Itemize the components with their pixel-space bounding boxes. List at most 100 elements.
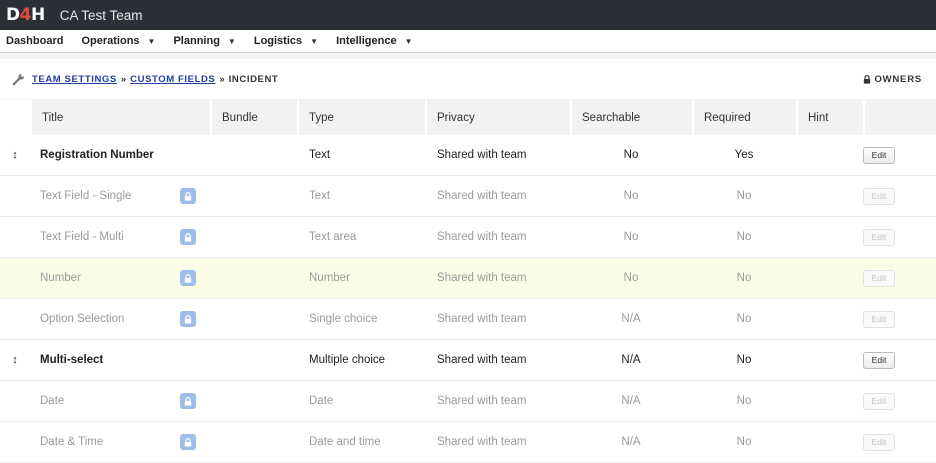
drag-handle-header: [0, 100, 30, 135]
field-title: Multi-select: [30, 340, 180, 381]
field-required: No: [692, 176, 796, 217]
table-row[interactable]: Date Date Shared with team N/A No Edit: [0, 381, 936, 422]
edit-cell: Edit: [863, 258, 936, 299]
field-type: Date: [297, 381, 425, 422]
lock-icon: [864, 74, 871, 84]
field-privacy: Shared with team: [425, 258, 570, 299]
team-name[interactable]: CA Test Team: [60, 8, 143, 23]
lock-cell: [180, 217, 210, 258]
field-bundle: [210, 299, 297, 340]
menu-operations[interactable]: Operations ▼: [81, 35, 155, 47]
d4h-logo[interactable]: D4H: [6, 5, 45, 25]
field-title: Number: [30, 258, 180, 299]
logo-four: 4: [19, 5, 32, 25]
caret-down-icon: ▼: [310, 36, 319, 46]
drag-handle-cell: [0, 176, 30, 217]
field-bundle: [210, 258, 297, 299]
breadcrumb-custom-fields-link[interactable]: CUSTOM FIELDS: [130, 74, 215, 85]
column-header-bundle[interactable]: Bundle: [210, 100, 297, 135]
field-type: Text: [297, 176, 425, 217]
table-row[interactable]: Text Field - Multi Text area Shared with t…: [0, 217, 936, 258]
breadcrumb-team-settings-link[interactable]: TEAM SETTINGS: [32, 74, 117, 85]
table-row[interactable]: Number Number Shared with team No No Edit: [0, 258, 936, 299]
top-bar: D4H CA Test Team: [0, 0, 936, 30]
edit-cell: Edit: [863, 340, 936, 381]
lock-cell: [180, 381, 210, 422]
lock-cell: [180, 422, 210, 463]
column-header-actions: [863, 100, 936, 135]
lock-icon: [180, 270, 196, 286]
field-bundle: [210, 135, 297, 176]
menu-planning[interactable]: Planning ▼: [173, 35, 235, 47]
field-privacy: Shared with team: [425, 340, 570, 381]
field-searchable: N/A: [570, 299, 692, 340]
field-searchable: No: [570, 217, 692, 258]
menu-label: Operations: [81, 35, 140, 47]
drag-handle-cell[interactable]: ↕: [0, 135, 30, 176]
field-privacy: Shared with team: [425, 422, 570, 463]
field-type: Single choice: [297, 299, 425, 340]
drag-handle-cell: [0, 299, 30, 340]
field-title: Date & Time: [30, 422, 180, 463]
drag-handle-cell: [0, 422, 30, 463]
drag-handle-icon[interactable]: ↕: [12, 354, 18, 366]
column-header-privacy[interactable]: Privacy: [425, 100, 570, 135]
table-row[interactable]: ↕ Registration Number Text Shared with team…: [0, 135, 936, 176]
field-searchable: N/A: [570, 422, 692, 463]
field-privacy: Shared with team: [425, 217, 570, 258]
field-type: Number: [297, 258, 425, 299]
column-header-title[interactable]: Title: [30, 100, 210, 135]
field-privacy: Shared with team: [425, 135, 570, 176]
drag-handle-cell: [0, 381, 30, 422]
breadcrumb-current: INCIDENT: [228, 73, 279, 85]
field-required: No: [692, 340, 796, 381]
menu-dashboard[interactable]: Dashboard: [6, 35, 63, 47]
menu-intelligence[interactable]: Intelligence ▼: [336, 35, 412, 47]
field-hint: [796, 135, 863, 176]
menu-logistics[interactable]: Logistics ▼: [254, 35, 318, 47]
column-header-searchable[interactable]: Searchable: [570, 100, 692, 135]
menu-label: Intelligence: [336, 35, 397, 47]
lock-cell: [180, 299, 210, 340]
field-bundle: [210, 176, 297, 217]
field-required: No: [692, 258, 796, 299]
main-menu: Dashboard Operations ▼ Planning ▼ Logistic…: [0, 30, 936, 53]
field-searchable: N/A: [570, 340, 692, 381]
lock-cell: [180, 340, 210, 381]
owners-label: OWNERS: [874, 73, 922, 85]
column-header-required[interactable]: Required: [692, 100, 796, 135]
edit-button: Edit: [863, 228, 895, 246]
edit-cell: Edit: [863, 176, 936, 217]
edit-cell: Edit: [863, 381, 936, 422]
field-searchable: No: [570, 176, 692, 217]
field-required: No: [692, 381, 796, 422]
edit-cell: Edit: [863, 217, 936, 258]
table-row[interactable]: Text Field - Single Text Shared with team N…: [0, 176, 936, 217]
drag-handle-icon[interactable]: ↕: [12, 149, 18, 161]
field-type: Text area: [297, 217, 425, 258]
field-searchable: No: [570, 258, 692, 299]
owners-indicator[interactable]: OWNERS: [863, 74, 922, 85]
field-bundle: [210, 340, 297, 381]
field-searchable: N/A: [570, 381, 692, 422]
edit-button[interactable]: Edit: [863, 351, 895, 369]
table-row[interactable]: ↕ Multi-select Multiple choice Shared with …: [0, 340, 936, 381]
edit-button: Edit: [863, 433, 895, 451]
field-privacy: Shared with team: [425, 299, 570, 340]
edit-cell: Edit: [863, 299, 936, 340]
edit-button: Edit: [863, 310, 895, 328]
table-row[interactable]: Date & Time Date and time Shared with team…: [0, 422, 936, 463]
column-header-hint[interactable]: Hint: [796, 100, 863, 135]
field-title: Date: [30, 381, 180, 422]
field-hint: [796, 176, 863, 217]
field-required: No: [692, 217, 796, 258]
caret-down-icon: ▼: [227, 36, 236, 46]
table-row[interactable]: Option Selection Single choice Shared with…: [0, 299, 936, 340]
field-type: Multiple choice: [297, 340, 425, 381]
column-header-type[interactable]: Type: [297, 100, 425, 135]
edit-button[interactable]: Edit: [863, 146, 895, 164]
drag-handle-cell[interactable]: ↕: [0, 340, 30, 381]
drag-handle-cell: [0, 217, 30, 258]
caret-down-icon: ▼: [404, 36, 413, 46]
field-hint: [796, 381, 863, 422]
